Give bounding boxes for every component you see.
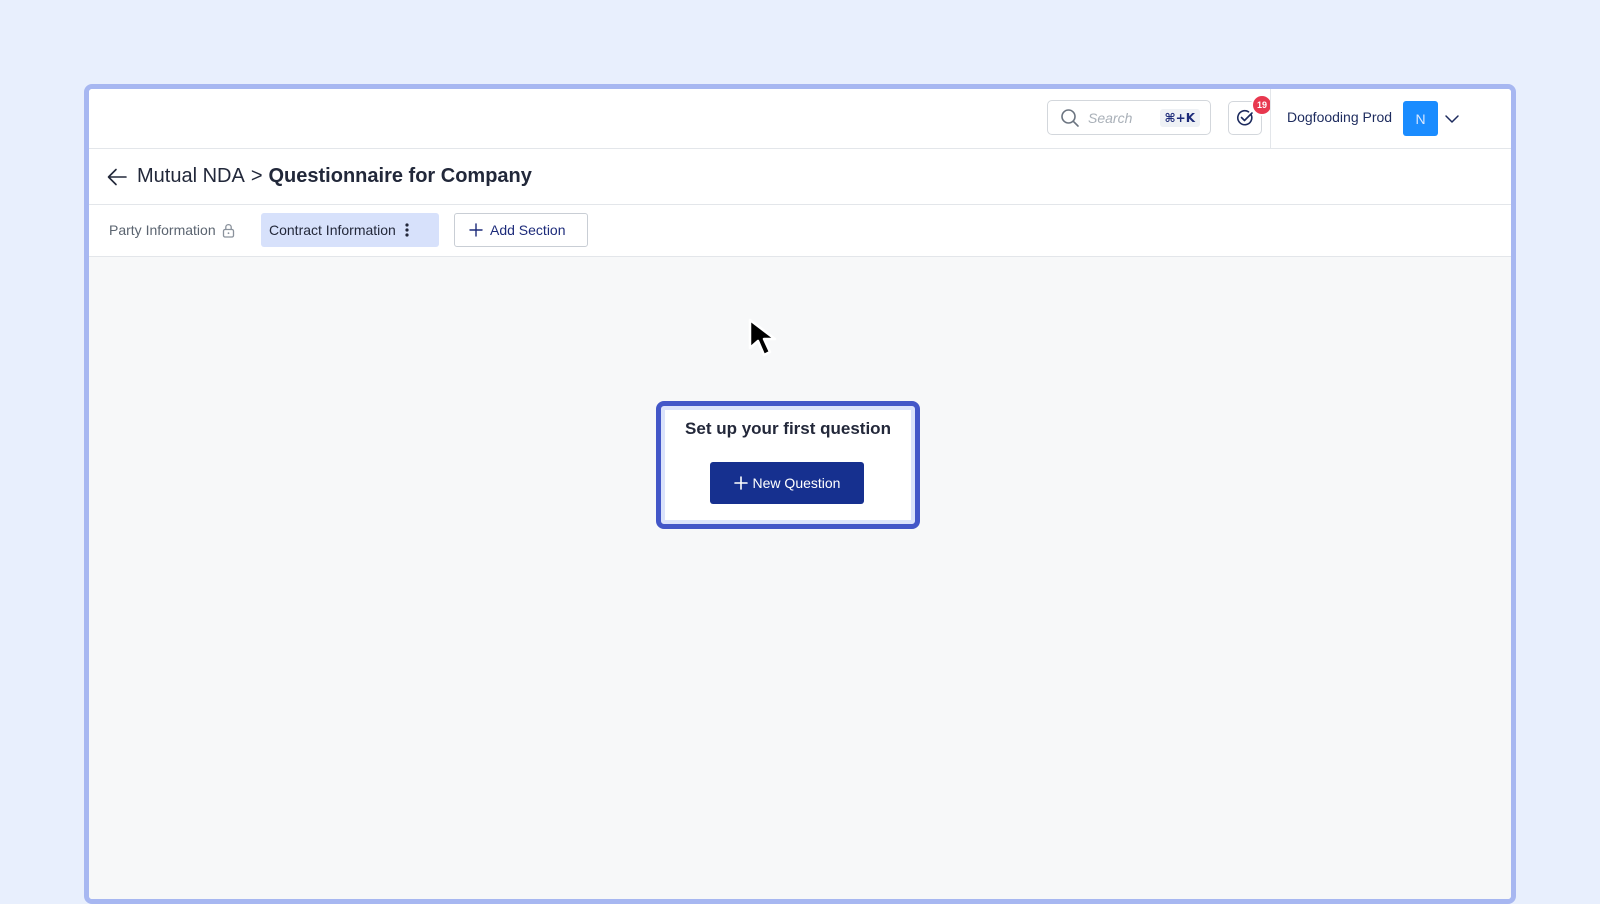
search-box[interactable]: ⌘+K	[1047, 100, 1211, 135]
new-question-button[interactable]: New Question	[710, 462, 864, 504]
empty-state-card: Set up your first question New Question	[656, 401, 920, 529]
top-bar: ⌘+K 19 Dogfooding Prod N	[89, 89, 1511, 149]
tab-label: Party Information	[109, 222, 216, 238]
plus-icon	[469, 223, 483, 237]
tab-party-information[interactable]: Party Information	[109, 222, 235, 238]
back-arrow-icon[interactable]	[106, 166, 128, 188]
breadcrumb: Mutual NDA > Questionnaire for Company	[137, 165, 532, 188]
section-tabs: Party Information Contract Information A…	[89, 205, 1511, 257]
search-shortcut: ⌘+K	[1159, 108, 1200, 127]
empty-state-title: Set up your first question	[685, 419, 891, 438]
divider	[1270, 89, 1271, 149]
tab-contract-information[interactable]: Contract Information	[261, 213, 439, 247]
check-circle-icon	[1237, 109, 1253, 126]
app-window: ⌘+K 19 Dogfooding Prod N Mutual NDA>Ques…	[84, 84, 1516, 904]
lock-icon	[222, 223, 234, 238]
breadcrumb-parent[interactable]: Mutual NDA	[137, 165, 245, 187]
new-question-label: New Question	[752, 475, 841, 491]
avatar[interactable]: N	[1403, 101, 1438, 136]
mouse-pointer-icon	[748, 318, 777, 357]
page-header: Mutual NDA > Questionnaire for Company	[89, 149, 1511, 205]
search-icon	[1061, 108, 1079, 127]
tab-label: Contract Information	[269, 222, 396, 238]
add-section-button[interactable]: Add Section	[454, 213, 588, 247]
page-title: Questionnaire for Company	[268, 165, 532, 187]
search-input[interactable]	[1088, 109, 1154, 126]
workspace-name[interactable]: Dogfooding Prod	[1287, 109, 1392, 125]
chevron-down-icon[interactable]	[1444, 111, 1460, 127]
plus-icon	[733, 476, 748, 490]
breadcrumb-separator: >	[250, 165, 263, 187]
add-section-label: Add Section	[490, 222, 566, 238]
more-vertical-icon[interactable]	[405, 223, 409, 237]
questions-area: Set up your first question New Question	[89, 257, 1511, 899]
